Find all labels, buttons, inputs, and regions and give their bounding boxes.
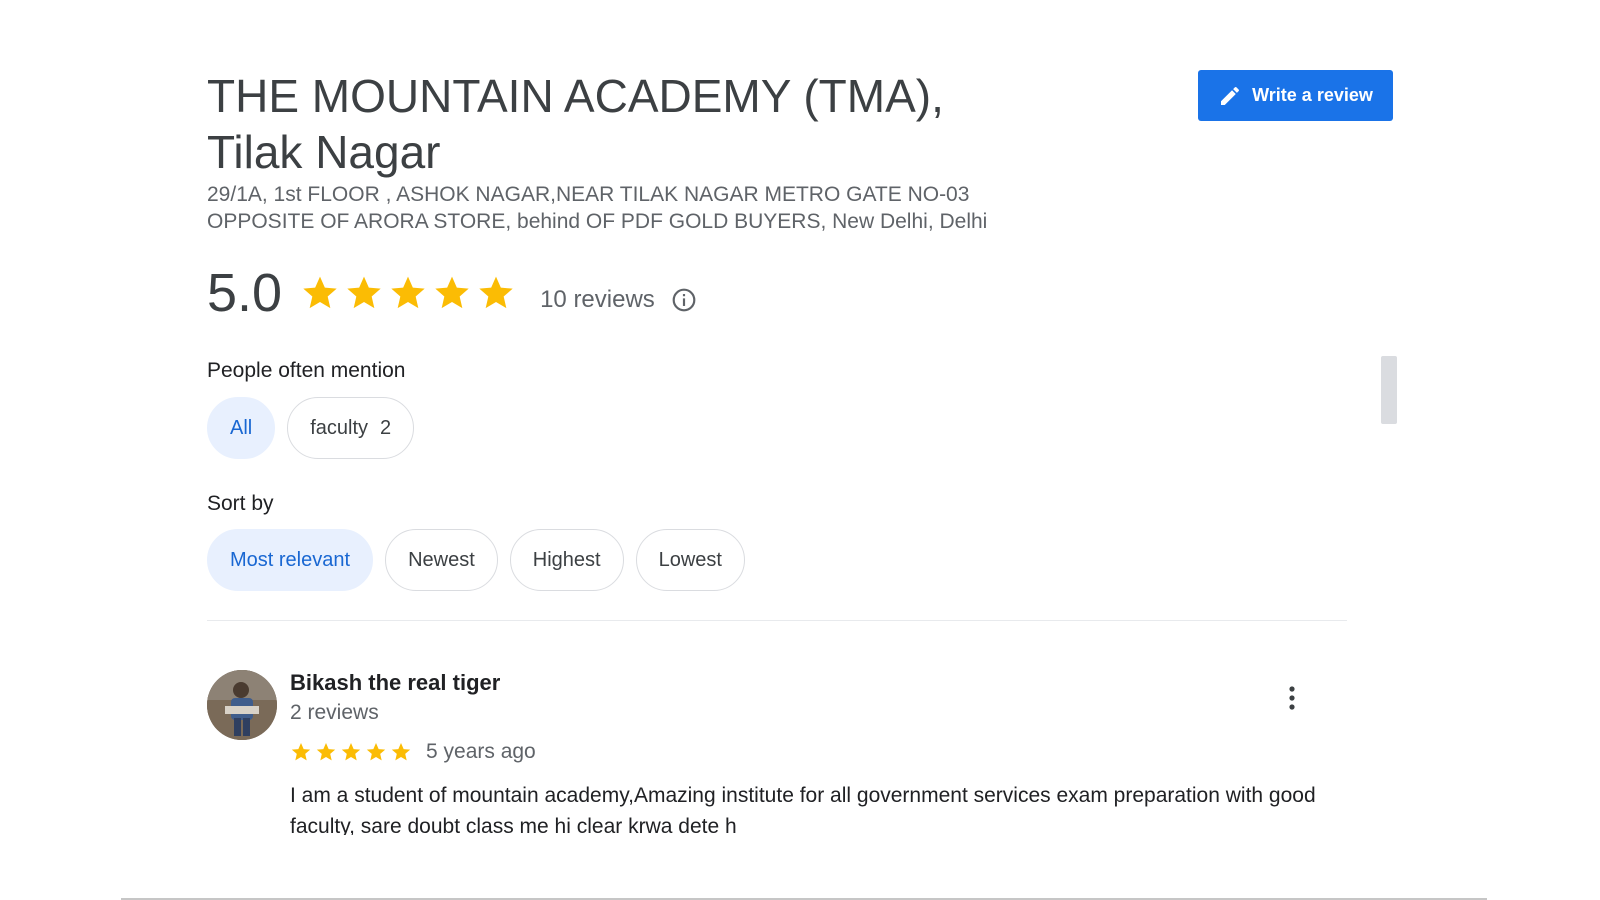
star-icon <box>366 743 386 761</box>
star-icon <box>303 276 337 309</box>
more-vert-icon <box>1289 686 1295 710</box>
place-title-line1: THE MOUNTAIN ACADEMY (TMA), <box>207 70 944 122</box>
chip-label: Newest <box>408 548 475 571</box>
more-options-button[interactable] <box>1277 680 1307 716</box>
sort-chips: Most relevant Newest Highest Lowest <box>207 529 745 591</box>
star-icon <box>316 743 336 761</box>
star-icon <box>291 743 311 761</box>
review-text: I am a student of mountain academy,Amazi… <box>290 784 1316 835</box>
average-stars <box>300 273 516 313</box>
rating-summary: 5.0 10 reviews <box>207 258 697 328</box>
pencil-icon <box>1221 86 1240 105</box>
chip-count: 2 <box>380 416 392 439</box>
address-line1: 29/1A, 1st FLOOR , ASHOK NAGAR,NEAR TILA… <box>207 183 970 206</box>
sort-highest[interactable]: Highest <box>509 529 624 591</box>
review-count-link[interactable]: 10 reviews <box>540 286 655 314</box>
reviewer-name[interactable]: Bikash the real tiger <box>290 670 500 696</box>
address-line2: OPPOSITE OF ARORA STORE, behind OF PDF G… <box>207 210 988 233</box>
chip-label: Lowest <box>658 548 722 571</box>
review-text-container: I am a student of mountain academy,Amazi… <box>290 780 1320 835</box>
chip-label: All <box>230 416 253 439</box>
average-rating: 5.0 <box>207 263 283 323</box>
scrollbar-thumb[interactable] <box>1381 356 1397 424</box>
place-address: 29/1A, 1st FLOOR , ASHOK NAGAR,NEAR TILA… <box>207 181 1087 235</box>
place-title-line2: Tilak Nagar <box>207 126 441 178</box>
write-review-label: Write a review <box>1252 85 1373 105</box>
sort-lowest[interactable]: Lowest <box>635 529 745 591</box>
star-icon <box>391 276 425 309</box>
star-icon <box>347 276 381 309</box>
mention-chip-faculty[interactable]: faculty 2 <box>287 397 415 459</box>
star-icon <box>435 276 469 309</box>
star-icon <box>341 743 361 761</box>
avatar-photo <box>207 670 277 740</box>
sort-by-label: Sort by <box>207 492 274 515</box>
reviewer-review-count: 2 reviews <box>290 701 379 724</box>
info-icon[interactable] <box>671 287 697 313</box>
sort-newest[interactable]: Newest <box>385 529 498 591</box>
review-date: 5 years ago <box>426 740 536 763</box>
star-icon <box>479 276 513 309</box>
chip-label: Most relevant <box>230 548 351 571</box>
mention-chips: All faculty 2 <box>207 397 415 459</box>
people-mention-label: People often mention <box>207 359 406 382</box>
sort-most-relevant[interactable]: Most relevant <box>207 529 374 591</box>
review-rating-row: 5 years ago <box>290 740 536 764</box>
mention-chip-all[interactable]: All <box>207 397 276 459</box>
review-stars <box>290 741 412 763</box>
chip-label: Highest <box>532 548 601 571</box>
star-icon <box>391 743 411 761</box>
write-review-button[interactable]: Write a review <box>1198 70 1393 121</box>
avatar[interactable] <box>207 670 277 740</box>
place-title: THE MOUNTAIN ACADEMY (TMA), Tilak Nagar <box>207 68 1107 180</box>
reviews-panel: THE MOUNTAIN ACADEMY (TMA), Tilak Nagar … <box>0 0 1600 900</box>
section-divider <box>207 620 1347 621</box>
chip-label: faculty <box>310 416 369 439</box>
